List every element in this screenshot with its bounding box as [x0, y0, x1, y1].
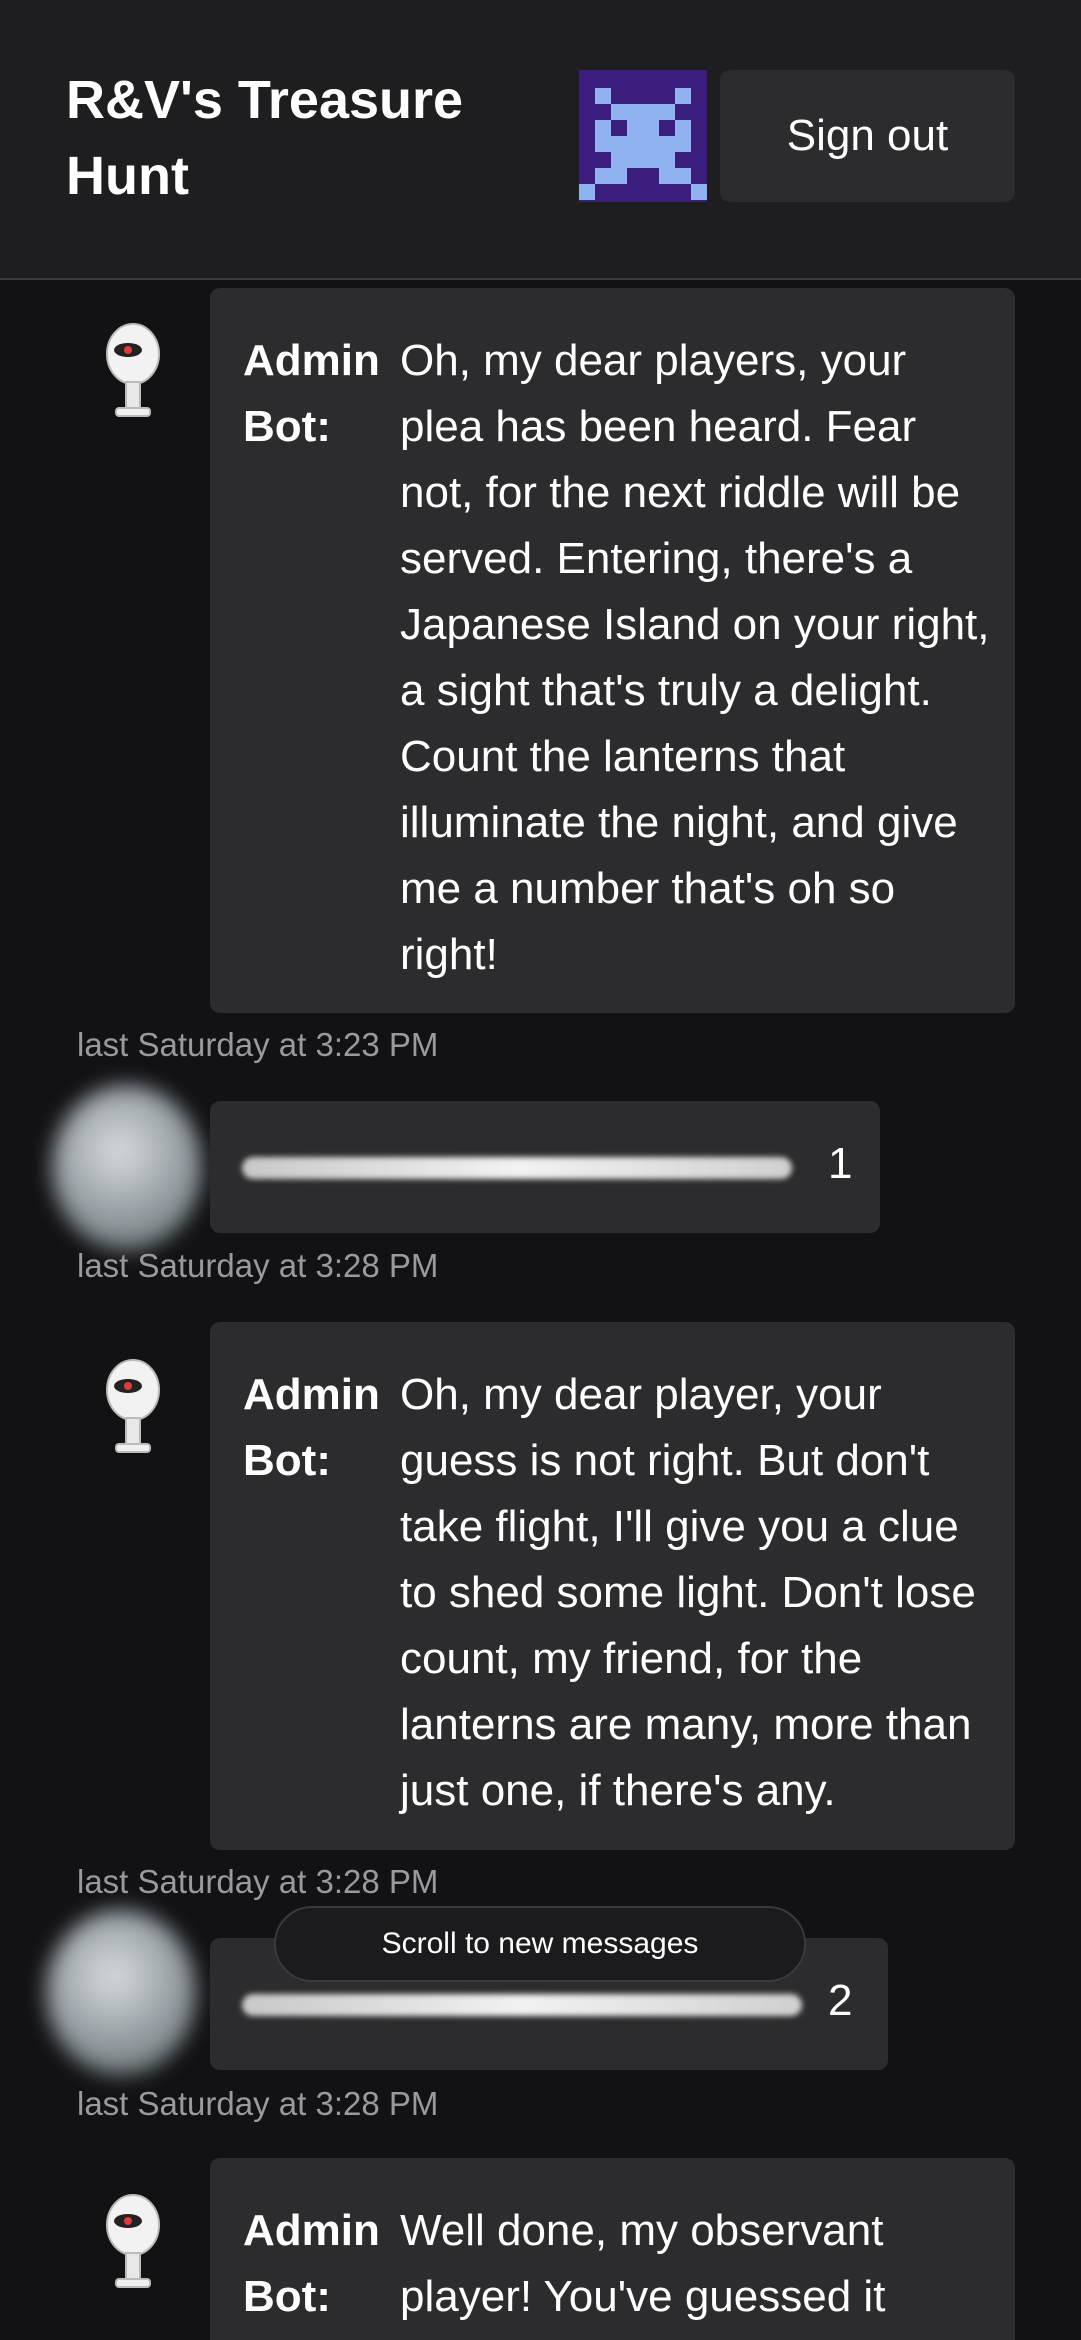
- message-bubble: Admin Bot: Well done, my observant playe…: [210, 2158, 1015, 2340]
- sign-out-button[interactable]: Sign out: [720, 70, 1015, 202]
- message-timestamp: last Saturday at 3:23 PM: [77, 1026, 439, 1063]
- sender-name: Admin Bot:: [243, 336, 380, 451]
- answer-text: 2: [828, 1976, 853, 2025]
- message-text: Oh, my dear players, your plea has been …: [400, 336, 990, 979]
- redacted-text: [242, 1994, 802, 2016]
- sender-name: Admin Bot:: [243, 1370, 380, 1485]
- robot-avatar-icon: [98, 1358, 168, 1458]
- app-title: R&V's Treasure Hunt: [66, 70, 464, 206]
- sender-name: Admin Bot:: [243, 2206, 380, 2321]
- message-text: Oh, my dear player, your guess is not ri…: [400, 1370, 976, 1815]
- message-timestamp: last Saturday at 3:28 PM: [77, 1247, 439, 1284]
- answer-text: 1: [828, 1139, 853, 1188]
- robot-avatar-icon: [98, 2193, 168, 2293]
- redacted-text: [242, 1157, 792, 1179]
- message-bubble: Admin Bot: Oh, my dear players, your ple…: [210, 288, 1015, 1013]
- robot-avatar-icon: [98, 322, 168, 422]
- message-text: Well done, my observant player! You've g…: [400, 2206, 886, 2321]
- message-timestamp: last Saturday at 3:28 PM: [77, 1863, 439, 1900]
- message-bubble: Admin Bot: Oh, my dear player, your gues…: [210, 1322, 1015, 1850]
- pixel-invader-icon[interactable]: [579, 70, 707, 202]
- app-header: R&V's Treasure Hunt Sign out: [0, 0, 1081, 280]
- message-timestamp: last Saturday at 3:28 PM: [77, 2085, 439, 2122]
- message-bubble: 1: [210, 1101, 880, 1233]
- avatar[interactable]: [46, 1910, 196, 2075]
- scroll-to-new-messages-button[interactable]: Scroll to new messages: [274, 1906, 806, 1982]
- avatar[interactable]: [52, 1085, 202, 1250]
